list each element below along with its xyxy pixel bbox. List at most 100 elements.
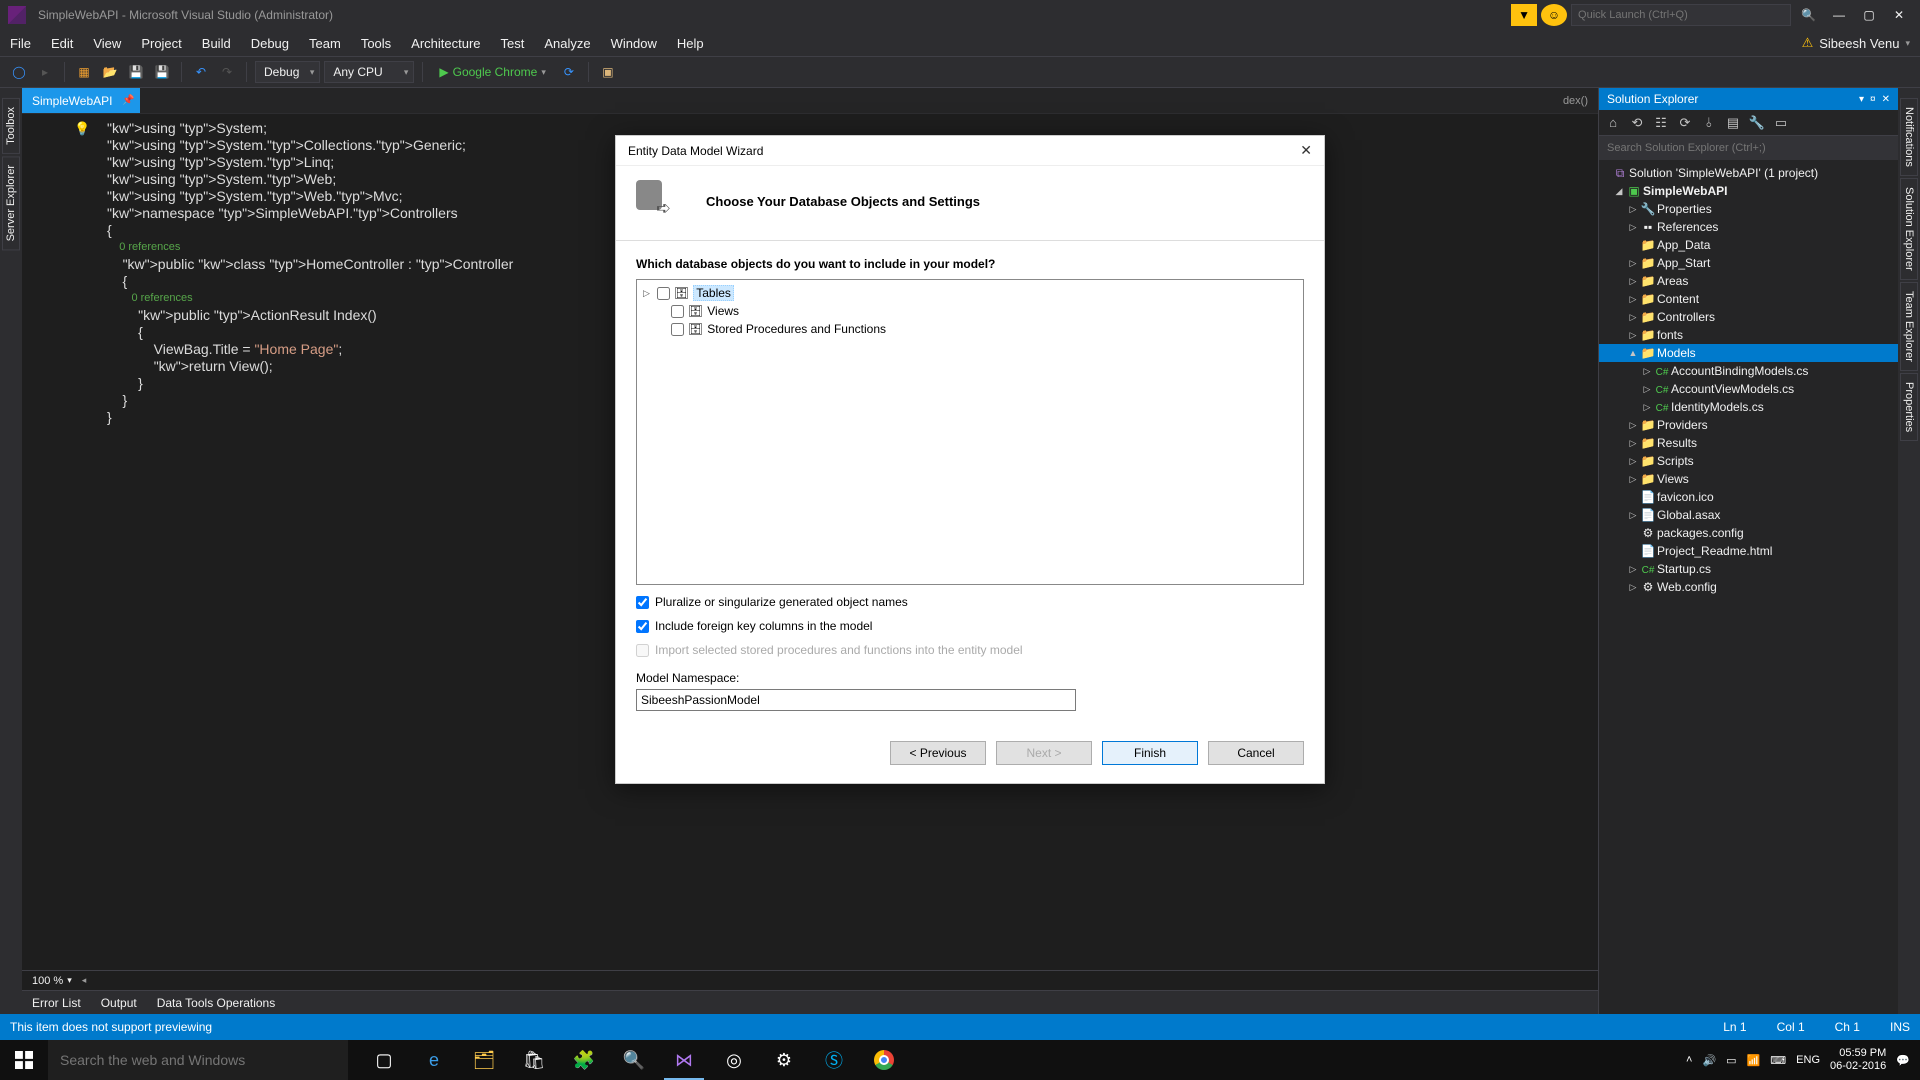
show-all-icon[interactable]: ▤ [1725, 115, 1741, 131]
chrome-icon[interactable] [860, 1040, 908, 1080]
pin-icon[interactable]: 📌 [122, 95, 134, 106]
tree-item-areas[interactable]: ▷📁Areas [1599, 272, 1898, 290]
menu-analyze[interactable]: Analyze [534, 30, 600, 56]
tree-item-scripts[interactable]: ▷📁Scripts [1599, 452, 1898, 470]
cancel-button[interactable]: Cancel [1208, 741, 1304, 765]
pluralize-checkbox[interactable]: Pluralize or singularize generated objec… [636, 595, 1304, 609]
network-icon[interactable]: 📶 [1747, 1054, 1761, 1067]
home-icon[interactable]: ⌂ [1605, 115, 1621, 131]
tree-item-global-asax[interactable]: ▷📄Global.asax [1599, 506, 1898, 524]
panel-menu-icon[interactable]: ▾ [1859, 94, 1864, 105]
task-view-button[interactable]: ▢ [360, 1040, 408, 1080]
language-indicator[interactable]: ENG [1796, 1054, 1820, 1066]
nav-back-button[interactable]: ◯ [8, 61, 30, 83]
preview-icon[interactable]: ▭ [1773, 115, 1789, 131]
misc-button[interactable]: ▣ [597, 61, 619, 83]
properties-icon[interactable]: 🔧 [1749, 115, 1765, 131]
clock[interactable]: 05:59 PM 06-02-2016 [1830, 1047, 1886, 1073]
tree-item-controllers[interactable]: ▷📁Controllers [1599, 308, 1898, 326]
tree-item-app-start[interactable]: ▷📁App_Start [1599, 254, 1898, 272]
menu-view[interactable]: View [83, 30, 131, 56]
tree-item-results[interactable]: ▷📁Results [1599, 434, 1898, 452]
menu-file[interactable]: File [0, 30, 41, 56]
dialog-close-button[interactable]: ✕ [1300, 142, 1312, 159]
notifications-filter-button[interactable]: ▼ [1511, 4, 1537, 26]
db-objects-tree[interactable]: ▷🗄Tables🗄Views🗄Stored Procedures and Fun… [636, 279, 1304, 585]
nav-fwd-button[interactable]: ▸ [34, 61, 56, 83]
document-tab[interactable]: SimpleWebAPI 📌 [22, 88, 140, 113]
app4-icon[interactable]: ⚙ [760, 1040, 808, 1080]
volume-icon[interactable]: 🔊 [1702, 1054, 1716, 1067]
tree-item-startup-cs[interactable]: ▷C#Startup.cs [1599, 560, 1898, 578]
menu-architecture[interactable]: Architecture [401, 30, 490, 56]
foreign-key-checkbox[interactable]: Include foreign key columns in the model [636, 619, 1304, 633]
panel-tab-properties[interactable]: Properties [1900, 373, 1918, 441]
collapse-icon[interactable]: ⫰ [1701, 115, 1717, 131]
panel-tab-toolbox[interactable]: Toolbox [2, 98, 20, 154]
tree-item--b-simplewebapi-b-[interactable]: ◢▣SimpleWebAPI [1599, 182, 1898, 200]
zoom-combo[interactable]: 100 %▾ [32, 975, 72, 987]
finish-button[interactable]: Finish [1102, 741, 1198, 765]
menu-tools[interactable]: Tools [351, 30, 401, 56]
tree-item-providers[interactable]: ▷📁Providers [1599, 416, 1898, 434]
refresh-icon[interactable]: ⟳ [1677, 115, 1693, 131]
panel-tab-notifications[interactable]: Notifications [1900, 98, 1918, 176]
pending-icon[interactable]: ☷ [1653, 115, 1669, 131]
feedback-button[interactable]: ☺ [1541, 4, 1567, 26]
configuration-combo[interactable]: Debug [255, 61, 320, 83]
start-button[interactable] [0, 1040, 48, 1080]
bottom-tab-output[interactable]: Output [91, 991, 147, 1014]
close-button[interactable]: ✕ [1886, 4, 1912, 26]
bottom-tab-data-tools-operations[interactable]: Data Tools Operations [147, 991, 286, 1014]
panel-tab-server-explorer[interactable]: Server Explorer [2, 156, 20, 250]
app1-icon[interactable]: 🧩 [560, 1040, 608, 1080]
save-all-button[interactable]: 💾 [151, 61, 173, 83]
sync-icon[interactable]: ⟲ [1629, 115, 1645, 131]
menu-help[interactable]: Help [667, 30, 714, 56]
quick-launch-input[interactable] [1571, 4, 1791, 26]
taskbar-search-input[interactable] [48, 1040, 348, 1080]
tree-item-app-data[interactable]: 📁App_Data [1599, 236, 1898, 254]
menu-window[interactable]: Window [601, 30, 667, 56]
keyboard-icon[interactable]: ⌨ [1770, 1054, 1786, 1067]
db-node-stored-procedures-and-functions[interactable]: 🗄Stored Procedures and Functions [641, 320, 1299, 338]
minimize-button[interactable]: — [1826, 4, 1852, 26]
tree-item-models[interactable]: ▲📁Models [1599, 344, 1898, 362]
open-file-button[interactable]: 📂 [99, 61, 121, 83]
visual-studio-icon[interactable]: ⋈ [660, 1040, 708, 1080]
db-node-views[interactable]: 🗄Views [641, 302, 1299, 320]
signed-in-user[interactable]: ⚠ Sibeesh Venu ▾ [1792, 30, 1920, 56]
lightbulb-icon[interactable]: 💡 [74, 120, 90, 137]
tree-item-content[interactable]: ▷📁Content [1599, 290, 1898, 308]
explorer-icon[interactable]: 🗂 [460, 1040, 508, 1080]
tree-item-accountviewmodels-cs[interactable]: ▷C#AccountViewModels.cs [1599, 380, 1898, 398]
new-project-button[interactable]: ▦ [73, 61, 95, 83]
start-debug-button[interactable]: ▶ Google Chrome ▾ [431, 65, 553, 79]
db-node-tables[interactable]: ▷🗄Tables [641, 284, 1299, 302]
tree-item-web-config[interactable]: ▷⚙Web.config [1599, 578, 1898, 596]
panel-tab-team-explorer[interactable]: Team Explorer [1900, 282, 1918, 371]
tree-item-fonts[interactable]: ▷📁fonts [1599, 326, 1898, 344]
tree-item-views[interactable]: ▷📁Views [1599, 470, 1898, 488]
undo-button[interactable]: ↶ [190, 61, 212, 83]
tree-item-favicon-ico[interactable]: 📄favicon.ico [1599, 488, 1898, 506]
namespace-input[interactable] [636, 689, 1076, 711]
tray-up-icon[interactable]: ˄ [1686, 1054, 1692, 1066]
app2-icon[interactable]: 🔍 [610, 1040, 658, 1080]
solution-search-input[interactable] [1599, 136, 1898, 160]
redo-button[interactable]: ↷ [216, 61, 238, 83]
save-button[interactable]: 💾 [125, 61, 147, 83]
store-icon[interactable]: 🛍 [510, 1040, 558, 1080]
maximize-button[interactable]: ▢ [1856, 4, 1882, 26]
tree-item-packages-config[interactable]: ⚙packages.config [1599, 524, 1898, 542]
skype-icon[interactable]: Ⓢ [810, 1040, 858, 1080]
menu-project[interactable]: Project [131, 30, 191, 56]
menu-test[interactable]: Test [491, 30, 535, 56]
panel-tab-solution-explorer[interactable]: Solution Explorer [1900, 178, 1918, 280]
tree-item-solution-simplewebapi-1-project-[interactable]: ⧉Solution 'SimpleWebAPI' (1 project) [1599, 164, 1898, 182]
previous-button[interactable]: < Previous [890, 741, 986, 765]
platform-combo[interactable]: Any CPU [324, 61, 414, 83]
menu-build[interactable]: Build [192, 30, 241, 56]
tree-item-identitymodels-cs[interactable]: ▷C#IdentityModels.cs [1599, 398, 1898, 416]
app3-icon[interactable]: ◎ [710, 1040, 758, 1080]
